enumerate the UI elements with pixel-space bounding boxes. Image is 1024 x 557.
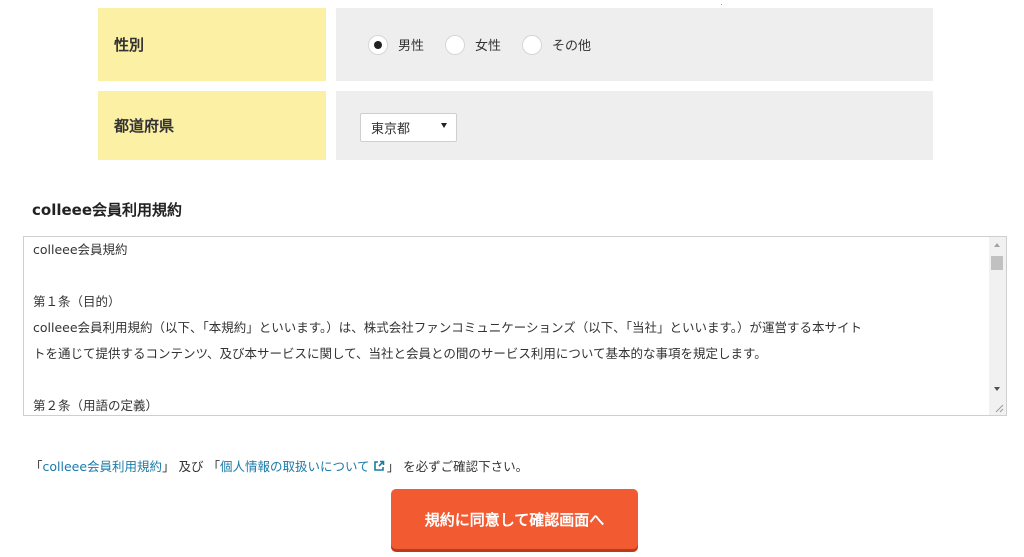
gender-value-cell: 男性 女性 その他 xyxy=(336,8,933,81)
terms-blank-line xyxy=(33,263,983,289)
terms-line: 第２条（用語の定義） xyxy=(33,398,159,413)
prefecture-label: 都道府県 xyxy=(98,91,326,160)
bracket-open: 「 xyxy=(207,459,221,474)
terms-line: トを通じて提供するコンテンツ、及び本サービスに関して、当社と会員との間のサービス… xyxy=(33,346,767,361)
prefecture-select-value: 東京都 xyxy=(371,121,411,137)
terms-line: 第１条（目的） xyxy=(33,294,121,309)
bracket-close: 」 xyxy=(386,459,400,474)
gender-label: 性別 xyxy=(98,8,326,81)
prefecture-row: 都道府県 東京都 xyxy=(98,91,933,160)
notice-suffix: を必ずご確認下さい。 xyxy=(399,459,529,474)
bracket-open: 「 xyxy=(30,459,43,474)
agree-and-confirm-button[interactable]: 規約に同意して確認画面へ xyxy=(391,489,638,549)
radio-option-male[interactable]: 男性 xyxy=(368,34,425,55)
stray-dot xyxy=(721,4,722,5)
scrollbar-thumb[interactable] xyxy=(991,256,1003,270)
radio-button-male[interactable] xyxy=(368,34,388,55)
prefecture-select[interactable]: 東京都 xyxy=(360,112,457,142)
external-link-icon[interactable] xyxy=(373,460,385,472)
scroll-up-arrow-icon[interactable] xyxy=(994,243,1000,247)
terms-scrollbar[interactable] xyxy=(989,237,1006,415)
terms-link[interactable]: colleee会員利用規約 xyxy=(43,456,163,475)
bracket-close: 」 xyxy=(162,459,175,474)
dropdown-arrow-icon xyxy=(441,122,447,128)
radio-label-other: その他 xyxy=(552,39,592,54)
radio-label-female: 女性 xyxy=(475,39,502,54)
radio-option-female[interactable]: 女性 xyxy=(445,34,502,55)
gender-radio-group: 男性 女性 その他 xyxy=(368,34,612,55)
terms-line: colleee会員規約 xyxy=(33,242,128,257)
terms-textarea[interactable]: colleee会員規約 第１条（目的） colleee会員利用規約（以下、「本規… xyxy=(23,236,1007,416)
radio-selected-dot xyxy=(374,40,382,49)
gender-row: 性別 男性 女性 その他 xyxy=(98,8,933,81)
radio-button-female[interactable] xyxy=(445,34,466,55)
confirm-notice: 「 colleee会員利用規約 」 及び 「 個人情報の取扱いについて 」 を必… xyxy=(30,456,528,475)
prefecture-value-cell: 東京都 xyxy=(336,91,933,160)
terms-line: colleee会員利用規約（以下、「本規約」といいます。）は、株式会社ファンコミ… xyxy=(33,320,863,335)
radio-button-other[interactable] xyxy=(522,34,543,55)
radio-option-other[interactable]: その他 xyxy=(522,34,592,55)
notice-conjunction: 及び xyxy=(174,459,208,474)
terms-blank-line xyxy=(33,367,983,393)
terms-content: colleee会員規約 第１条（目的） colleee会員利用規約（以下、「本規… xyxy=(33,237,983,415)
privacy-link[interactable]: 個人情報の取扱いについて xyxy=(220,456,370,475)
resize-grip-icon[interactable] xyxy=(994,403,1004,413)
terms-section-title: colleee会員利用規約 xyxy=(32,201,183,219)
scroll-down-arrow-icon[interactable] xyxy=(994,387,1000,391)
radio-label-male: 男性 xyxy=(398,39,425,54)
